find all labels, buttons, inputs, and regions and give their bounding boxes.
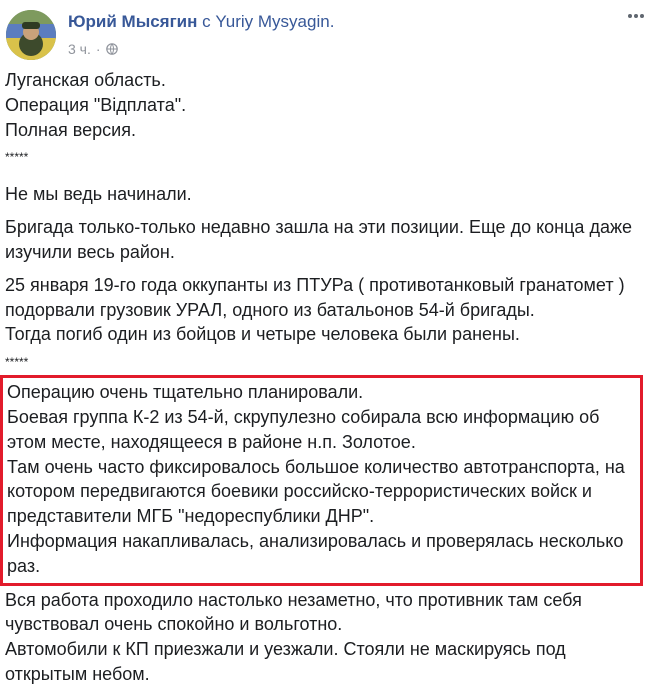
paragraph: 25 января 19-го года оккупанты из ПТУРа … xyxy=(5,274,625,345)
meta-separator: · xyxy=(95,41,101,57)
highlighted-block: Операцию очень тщательно планировали. Бо… xyxy=(0,375,643,586)
post-header: Юрий Мысягин с Yuriy Mysyagin. 3 ч. · xyxy=(0,0,657,70)
post-time[interactable]: 3 ч. xyxy=(68,41,91,57)
with-prefix: с xyxy=(202,12,211,31)
paragraph: Бригада только-только недавно зашла на э… xyxy=(5,217,633,262)
post-meta: 3 ч. · xyxy=(68,41,118,57)
more-icon[interactable] xyxy=(627,8,645,24)
paragraph: Вся работа проходило настолько незаметно… xyxy=(5,589,582,684)
post-intro: Луганская область. Операция "Відплата". … xyxy=(5,70,187,140)
divider-stars: ***** xyxy=(5,150,29,165)
author-name-link[interactable]: Юрий Мысягин xyxy=(68,12,197,31)
with-name-link[interactable]: Yuriy Mysyagin. xyxy=(215,12,334,31)
globe-icon[interactable] xyxy=(105,43,118,55)
author-avatar[interactable] xyxy=(6,10,56,60)
post-content: Луганская область. Операция "Відплата". … xyxy=(0,68,650,695)
divider-stars: ***** xyxy=(5,355,29,370)
paragraph: Не мы ведь начинали. xyxy=(5,184,192,205)
highlighted-paragraph: Операцию очень тщательно планировали. Бо… xyxy=(7,382,625,576)
author-line: Юрий Мысягин с Yuriy Mysyagin. xyxy=(68,12,334,32)
